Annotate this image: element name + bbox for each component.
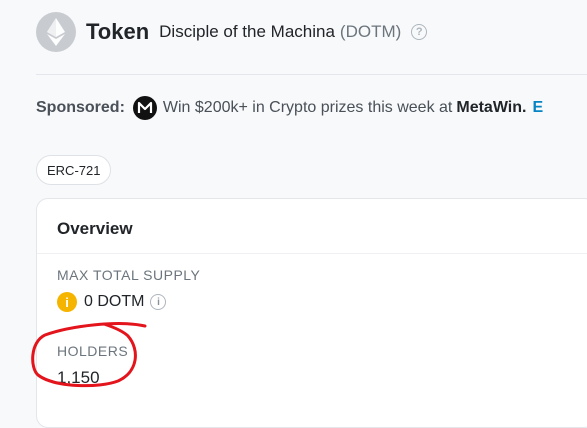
token-symbol: (DOTM) (339, 22, 402, 41)
question-circle-icon[interactable]: ? (411, 24, 428, 40)
header-divider (36, 74, 587, 75)
info-coin-icon: i (57, 292, 77, 312)
token-name: Disciple of the Machina (159, 22, 335, 41)
overview-title: Overview (57, 219, 133, 238)
ethereum-logo-icon (36, 12, 76, 52)
overview-card: Overview MAX TOTAL SUPPLY i 0 DOTM i HOL… (36, 198, 587, 428)
max-supply-row: i 0 DOTM i (57, 291, 167, 313)
holders-value[interactable]: 1,150 (57, 368, 100, 388)
metawin-logo-icon (132, 96, 157, 120)
sponsored-link[interactable]: E (532, 99, 543, 117)
card-divider (37, 253, 587, 254)
token-standard-badge: ERC-721 (36, 155, 112, 185)
sponsored-brand: MetaWin. (456, 99, 527, 116)
sponsored-text: Win $200k+ in Crypto prizes this week at (162, 99, 453, 116)
page-header: Token Disciple of the Machina (DOTM) ? (36, 10, 428, 54)
info-circle-icon[interactable]: i (150, 294, 167, 310)
holders-label: HOLDERS (57, 343, 129, 359)
page-title: Token (86, 19, 150, 44)
sponsored-label: Sponsored: (36, 99, 125, 116)
sponsored-banner[interactable]: Sponsored: Win $200k+ in Crypto prizes t… (36, 94, 543, 122)
max-supply-value: 0 DOTM (84, 293, 145, 310)
max-supply-label: MAX TOTAL SUPPLY (57, 267, 201, 283)
